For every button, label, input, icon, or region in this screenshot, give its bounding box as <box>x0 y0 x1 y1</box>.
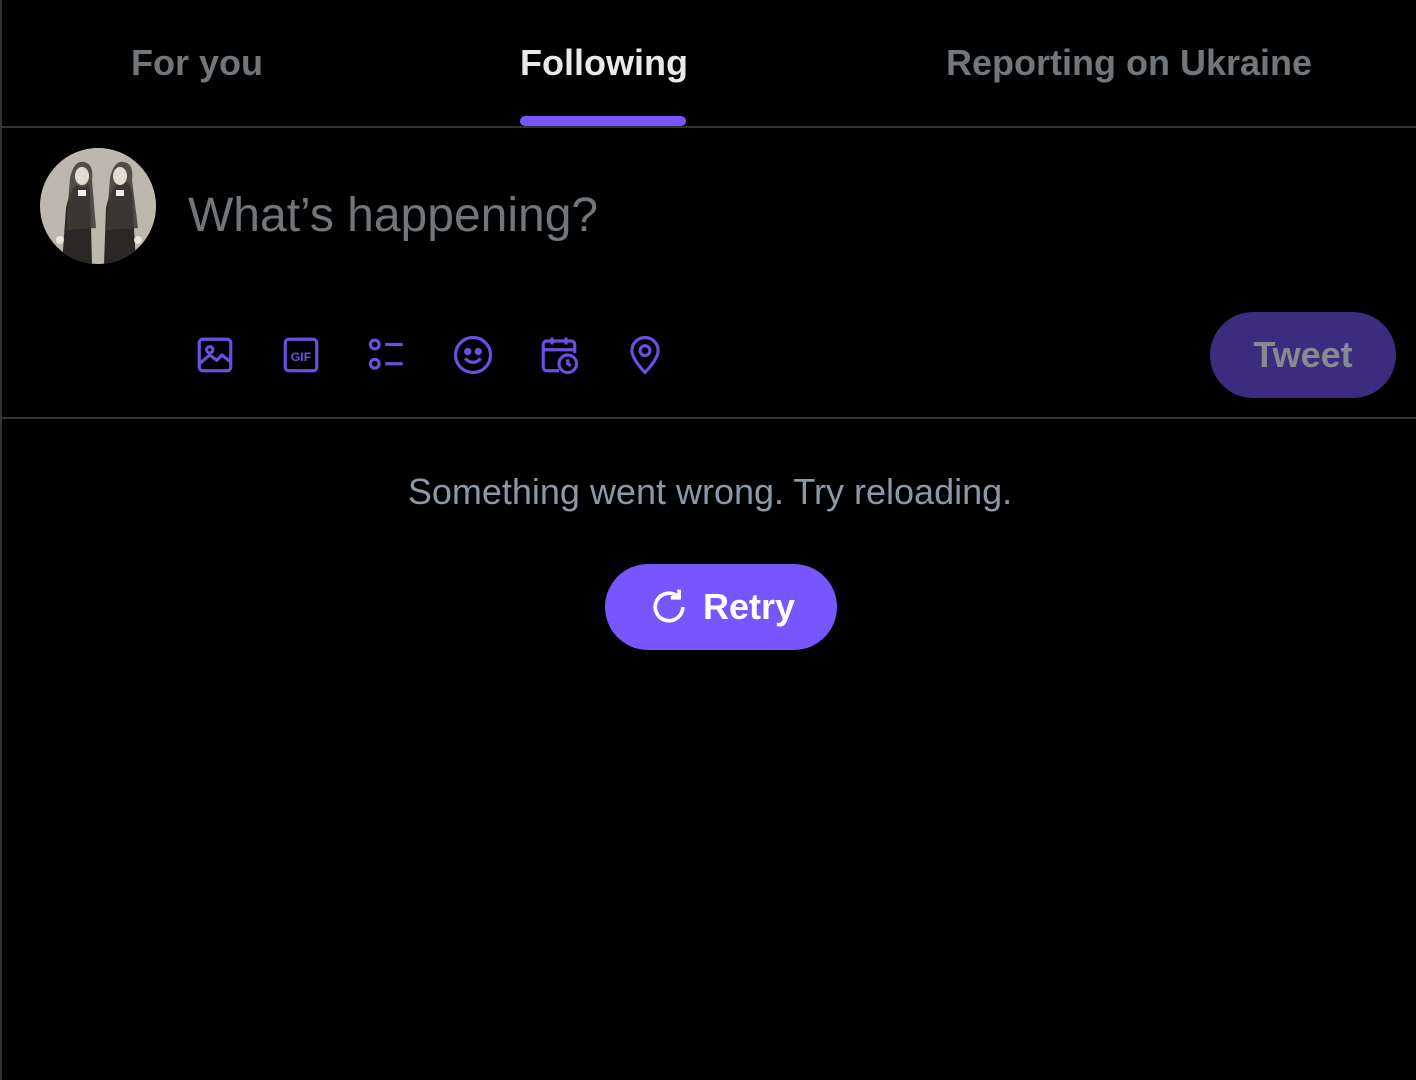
retry-button[interactable]: Retry <box>605 564 837 650</box>
tab-label: Reporting on Ukraine <box>945 42 1313 83</box>
timeline-tabs: For you Following Reporting on Ukraine <box>2 0 1416 128</box>
location-icon[interactable] <box>622 332 668 378</box>
image-icon[interactable] <box>192 332 238 378</box>
tweet-button[interactable]: Tweet <box>1210 312 1396 398</box>
error-message: Something went wrong. Try reloading. <box>407 471 1013 512</box>
tweet-composer: What’s happening? GIF Tweet <box>2 128 1416 419</box>
compose-input[interactable]: What’s happening? <box>188 186 598 246</box>
refresh-icon <box>653 589 685 623</box>
tab-label: For you <box>131 42 263 83</box>
active-tab-indicator <box>520 116 686 126</box>
composer-toolbar: GIF <box>192 332 708 378</box>
home-timeline: For you Following Reporting on Ukraine W… <box>0 0 1416 1080</box>
tab-label: Following <box>520 42 688 83</box>
emoji-icon[interactable] <box>450 332 496 378</box>
svg-text:GIF: GIF <box>291 350 312 364</box>
avatar[interactable] <box>40 148 156 264</box>
poll-icon[interactable] <box>364 332 410 378</box>
tab-for-you[interactable]: For you <box>62 0 332 126</box>
tab-reporting-on-ukraine[interactable]: Reporting on Ukraine <box>902 0 1356 126</box>
tab-following[interactable]: Following <box>472 0 736 126</box>
retry-label: Retry <box>702 586 796 627</box>
gif-icon[interactable]: GIF <box>278 332 324 378</box>
avatar-photo <box>40 148 156 264</box>
schedule-icon[interactable] <box>536 332 582 378</box>
